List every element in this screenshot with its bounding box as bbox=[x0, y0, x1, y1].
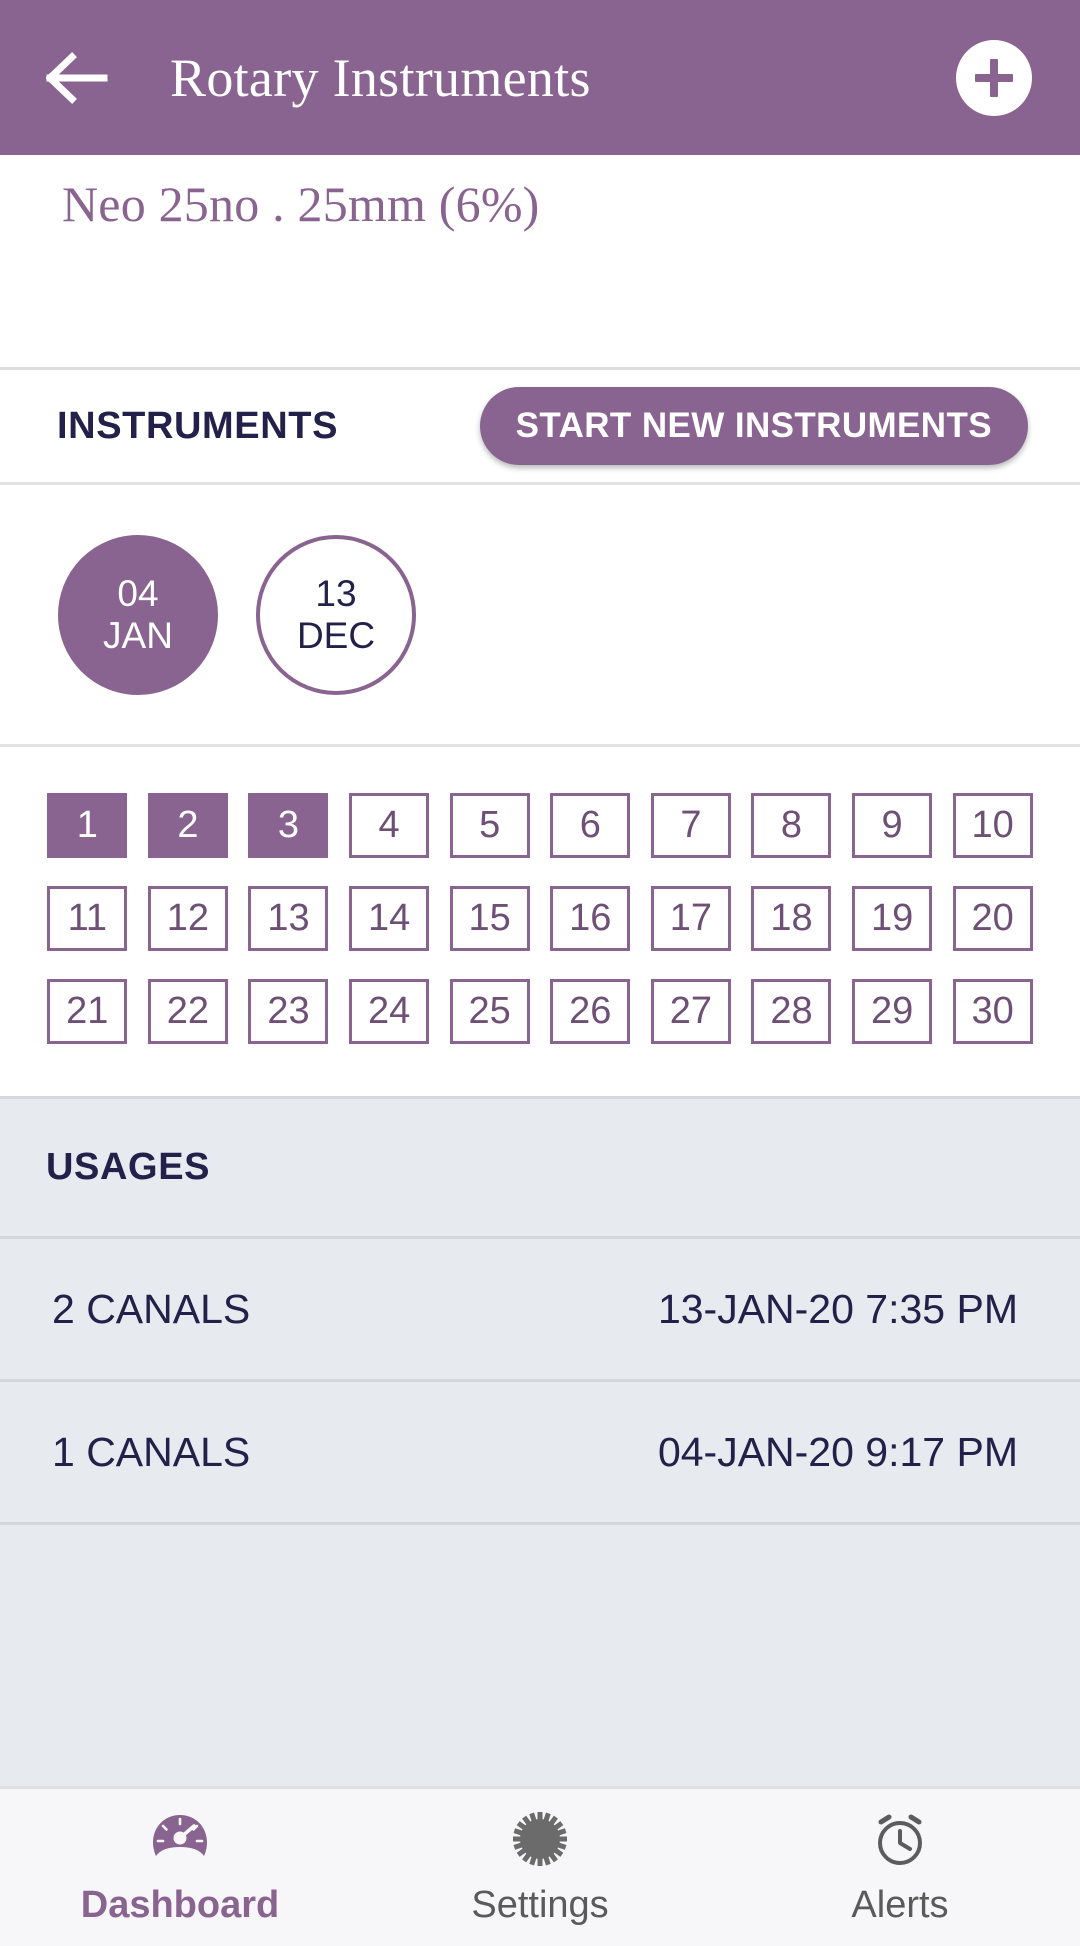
usages-section: USAGES 2 CANALS 13-JAN-20 7:35 PM 1 CANALS… bbox=[0, 1096, 1080, 1786]
bottom-navigation-bar: Dashboard Settings Alerts bbox=[0, 1786, 1080, 1946]
plus-icon bbox=[975, 58, 1013, 97]
usage-count-cell[interactable]: 14 bbox=[349, 886, 430, 951]
usages-list: 2 CANALS 13-JAN-20 7:35 PM 1 CANALS 04-JAN-… bbox=[0, 1239, 1080, 1525]
usages-section-header: USAGES bbox=[0, 1099, 1080, 1239]
usage-count-cell[interactable]: 7 bbox=[650, 793, 731, 858]
app-screen: Rotary Instruments Neo 25no . 25mm (6%) … bbox=[0, 0, 1080, 1946]
usages-label: USAGES bbox=[46, 1146, 211, 1188]
usage-count-cell[interactable]: 9 bbox=[852, 793, 933, 858]
usage-count-cell[interactable]: 29 bbox=[852, 979, 933, 1044]
usage-count-cell[interactable]: 1 bbox=[47, 793, 128, 858]
usage-count-cell[interactable]: 28 bbox=[751, 979, 832, 1044]
instrument-name: Neo 25no . 25mm (6%) bbox=[62, 176, 540, 232]
usage-count-cell[interactable]: 15 bbox=[449, 886, 530, 951]
nav-item-settings[interactable]: Settings bbox=[360, 1808, 720, 1927]
usage-canals: 2 CANALS bbox=[52, 1285, 251, 1332]
app-bar: Rotary Instruments bbox=[0, 0, 1080, 155]
usage-count-cell[interactable]: 17 bbox=[650, 886, 731, 951]
usage-count-cell[interactable]: 23 bbox=[248, 979, 329, 1044]
instruments-section-header: INSTRUMENTS START NEW INSTRUMENTS bbox=[0, 370, 1080, 485]
nav-label-settings: Settings bbox=[471, 1884, 609, 1926]
alarm-clock-icon bbox=[870, 1808, 930, 1870]
usage-count-cell[interactable]: 3 bbox=[248, 793, 329, 858]
add-instrument-button[interactable] bbox=[956, 39, 1032, 116]
usage-row[interactable]: 1 CANALS 04-JAN-20 9:17 PM bbox=[0, 1382, 1080, 1525]
usage-count-cell[interactable]: 8 bbox=[751, 793, 832, 858]
date-chip-month: DEC bbox=[296, 614, 376, 656]
usage-timestamp: 04-JAN-20 9:17 PM bbox=[657, 1428, 1018, 1475]
usage-timestamp: 13-JAN-20 7:35 PM bbox=[657, 1285, 1018, 1332]
usage-count-cell[interactable]: 19 bbox=[852, 886, 933, 951]
nav-item-dashboard[interactable]: Dashboard bbox=[0, 1808, 360, 1927]
usage-count-cell[interactable]: 21 bbox=[47, 979, 128, 1044]
usage-count-cell[interactable]: 6 bbox=[550, 793, 631, 858]
usage-count-cell[interactable]: 12 bbox=[147, 886, 228, 951]
nav-label-alerts: Alerts bbox=[851, 1884, 949, 1926]
page-title: Rotary Instruments bbox=[170, 47, 591, 108]
date-chip-list: 04 JAN 13 DEC bbox=[0, 485, 1080, 747]
start-new-instruments-button[interactable]: START NEW INSTRUMENTS bbox=[479, 387, 1028, 465]
usage-canals: 1 CANALS bbox=[52, 1428, 251, 1475]
usage-count-grid: 1 2 3 4 5 6 7 8 9 10 11 12 13 14 15 16 17 18 19 20 21 22 23 24 2… bbox=[44, 793, 1036, 1044]
date-chip-month: JAN bbox=[103, 614, 173, 656]
arrow-left-icon bbox=[46, 51, 108, 104]
usage-count-cell[interactable]: 11 bbox=[47, 886, 128, 951]
usage-count-cell[interactable]: 22 bbox=[147, 979, 228, 1044]
date-chip-day: 13 bbox=[315, 573, 357, 615]
usage-count-cell[interactable]: 24 bbox=[349, 979, 430, 1044]
usage-count-cell[interactable]: 10 bbox=[952, 793, 1033, 858]
usage-count-grid-wrapper: 1 2 3 4 5 6 7 8 9 10 11 12 13 14 15 16 17 18 19 20 21 22 23 24 2… bbox=[0, 747, 1080, 1096]
usage-count-cell[interactable]: 25 bbox=[449, 979, 530, 1044]
usage-count-cell[interactable]: 20 bbox=[952, 886, 1033, 951]
date-chip-day: 04 bbox=[117, 573, 159, 615]
date-chip[interactable]: 13 DEC bbox=[256, 534, 416, 695]
usage-count-cell[interactable]: 2 bbox=[147, 793, 228, 858]
gear-icon bbox=[511, 1808, 569, 1870]
usage-count-cell[interactable]: 26 bbox=[550, 979, 631, 1044]
back-button[interactable] bbox=[42, 43, 112, 113]
usage-count-cell[interactable]: 18 bbox=[751, 886, 832, 951]
usage-row[interactable]: 2 CANALS 13-JAN-20 7:35 PM bbox=[0, 1239, 1080, 1382]
date-chip[interactable]: 04 JAN bbox=[58, 534, 218, 695]
nav-item-alerts[interactable]: Alerts bbox=[720, 1808, 1080, 1927]
instruments-label: INSTRUMENTS bbox=[57, 404, 339, 447]
usage-count-cell[interactable]: 27 bbox=[650, 979, 731, 1044]
usage-count-cell[interactable]: 5 bbox=[449, 793, 530, 858]
usage-count-cell[interactable]: 30 bbox=[952, 979, 1033, 1044]
usage-count-cell[interactable]: 13 bbox=[248, 886, 329, 951]
usage-count-cell[interactable]: 16 bbox=[550, 886, 631, 951]
instrument-detail-block: Neo 25no . 25mm (6%) bbox=[0, 155, 1080, 370]
nav-label-dashboard: Dashboard bbox=[80, 1884, 280, 1926]
usage-count-cell[interactable]: 4 bbox=[349, 793, 430, 858]
speedometer-icon bbox=[150, 1808, 210, 1870]
